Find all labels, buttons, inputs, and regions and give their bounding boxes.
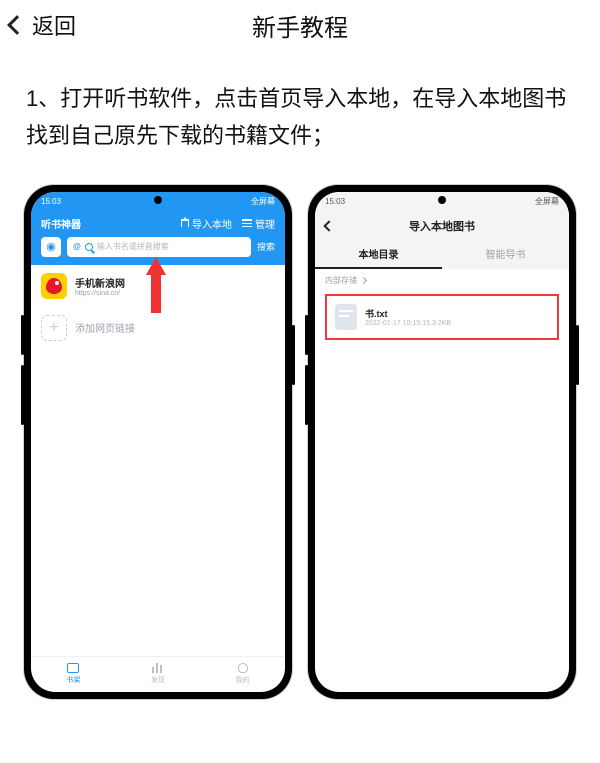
nav-discover[interactable]: 发现 [116, 657, 201, 692]
phone-right-screen: 15:03 全屏幕 导入本地图书 本地目录 智能导书 内部存储 书.txt 20… [315, 192, 569, 692]
page-title: 新手教程 [0, 8, 600, 43]
file-item-highlighted[interactable]: 书.txt 2022-01-17 10:15:15 3.2KB [325, 294, 559, 340]
add-link-item[interactable]: + 添加网页链接 [31, 307, 285, 349]
import-label: 导入本地 [192, 216, 232, 231]
instruction-text: 1、打开听书软件，点击首页导入本地，在导入本地图书找到自己原先下载的书籍文件； [0, 50, 600, 165]
nav-mine[interactable]: 我的 [200, 657, 285, 692]
nav-label: 我的 [236, 675, 250, 685]
app-title: 听书神器 [41, 216, 81, 231]
camera-notch-icon [438, 196, 446, 204]
nav-label: 发现 [151, 675, 165, 685]
search-placeholder: 输入书名或拼音搜索 [97, 241, 169, 252]
bottom-nav: 书架 发现 我的 [31, 656, 285, 692]
import-local-link[interactable]: 导入本地 [181, 216, 232, 231]
book-icon [67, 663, 79, 673]
phone-right: 15:03 全屏幕 导入本地图书 本地目录 智能导书 内部存储 书.txt 20… [308, 185, 576, 699]
phone-left: 15:03 全屏幕 听书神器 导入本地 管理 ◉ [24, 185, 292, 699]
camera-notch-icon [154, 196, 162, 204]
manage-label: 管理 [255, 216, 275, 231]
file-meta: 2022-01-17 10:15:15 3.2KB [365, 320, 451, 327]
search-input[interactable]: @ 输入书名或拼音搜索 [67, 237, 251, 257]
red-arrow-icon [146, 257, 166, 275]
sina-icon [41, 273, 67, 299]
nav-bookshelf[interactable]: 书架 [31, 657, 116, 692]
status-right: 全屏幕 [535, 196, 559, 207]
path-label: 内部存储 [325, 275, 357, 286]
plus-icon: + [41, 315, 67, 341]
search-icon [85, 243, 93, 251]
import-header: 导入本地图书 [315, 212, 569, 240]
nav-label: 书架 [66, 675, 80, 685]
phone-row: 15:03 全屏幕 听书神器 导入本地 管理 ◉ [0, 165, 600, 699]
status-right: 全屏幕 [251, 196, 275, 207]
tab-bar: 本地目录 智能导书 [315, 240, 569, 269]
upload-icon [181, 219, 189, 227]
user-icon [238, 663, 248, 673]
file-name: 书.txt [365, 307, 451, 320]
chevron-left-icon[interactable] [323, 220, 334, 231]
list-item-sub: https://sina.cn/ [75, 290, 125, 297]
back-label: 返回 [32, 9, 76, 41]
bars-icon [152, 663, 164, 673]
app-header: 听书神器 导入本地 管理 ◉ @ 输入 [31, 212, 285, 265]
status-time: 15:03 [41, 197, 61, 206]
path-breadcrumb[interactable]: 内部存储 [315, 269, 569, 292]
file-icon [335, 304, 357, 330]
add-link-label: 添加网页链接 [75, 320, 135, 335]
phone-left-screen: 15:03 全屏幕 听书神器 导入本地 管理 ◉ [31, 192, 285, 692]
phone-side-button [292, 325, 295, 385]
status-time: 15:03 [325, 197, 345, 206]
phone-side-button [576, 325, 579, 385]
manage-link[interactable]: 管理 [242, 216, 275, 231]
back-button[interactable]: 返回 [10, 9, 76, 41]
list-item-title: 手机新浪网 [75, 275, 125, 290]
chevron-right-icon [360, 277, 367, 284]
menu-icon [242, 219, 252, 227]
phone-side-button [305, 365, 308, 425]
tutorial-topbar: 返回 新手教程 [0, 0, 600, 50]
search-button[interactable]: 搜索 [257, 240, 275, 253]
tab-local-dir[interactable]: 本地目录 [315, 240, 442, 269]
tab-smart-import[interactable]: 智能导书 [442, 240, 569, 269]
phone-side-button [305, 315, 308, 355]
import-header-title: 导入本地图书 [409, 221, 475, 233]
at-icon: @ [73, 242, 81, 251]
phone-side-button [21, 365, 24, 425]
home-square-button[interactable]: ◉ [41, 237, 61, 257]
phone-side-button [21, 315, 24, 355]
chevron-left-icon [7, 15, 27, 35]
